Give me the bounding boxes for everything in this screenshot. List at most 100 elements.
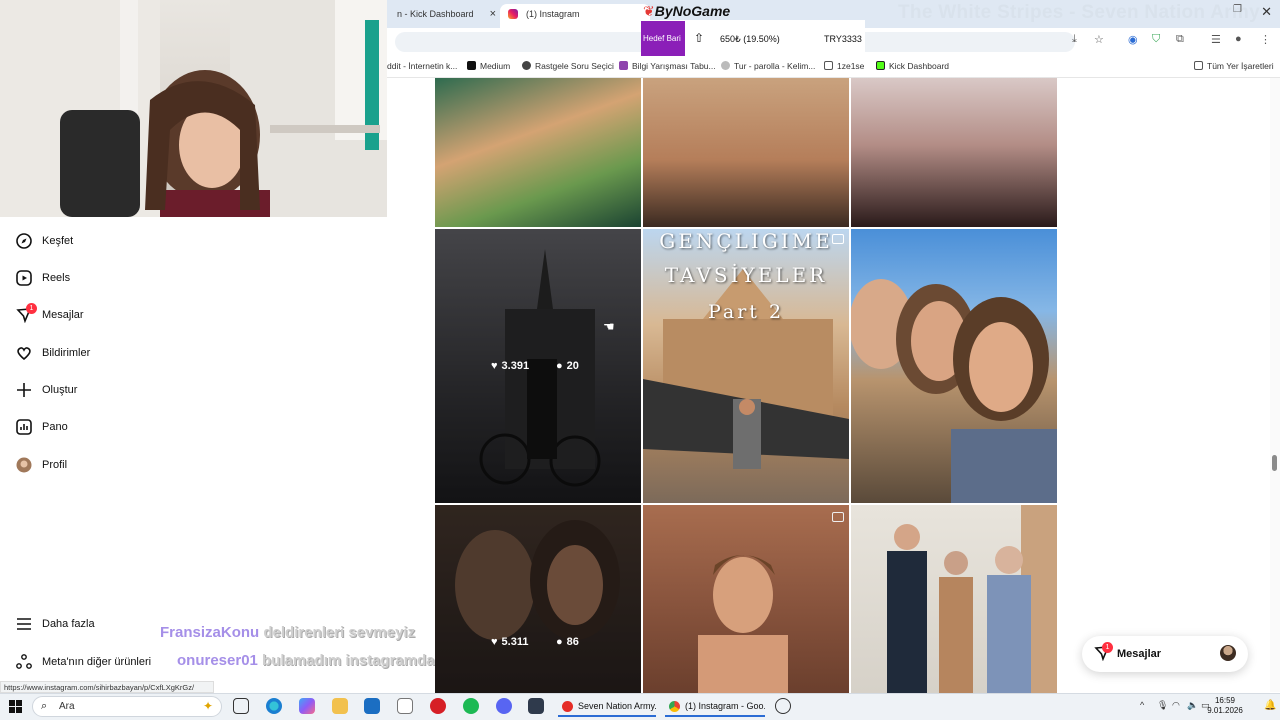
post-thumbnail[interactable] (851, 78, 1057, 227)
goal-amount: 650₺ (19.50%) (720, 34, 780, 44)
post-thumbnail[interactable] (643, 78, 849, 227)
taskbar-clock[interactable]: 16:59 9.01.2026 (1206, 696, 1244, 716)
post-thumbnail[interactable] (851, 505, 1057, 693)
chevron-up-icon[interactable]: ^ (1140, 700, 1144, 710)
notifications-icon[interactable]: 🔔 (1264, 700, 1276, 711)
extension-audio-icon[interactable]: ◉ (1128, 33, 1138, 46)
tab-close-icon[interactable]: × (490, 4, 496, 24)
task-label: Seven Nation Army... (578, 701, 656, 711)
sidebar-item-bildirimler[interactable]: Bildirimler (16, 342, 90, 364)
likes-count: ♥ 3.391 (491, 360, 529, 372)
bookmark-medium[interactable]: Medium (467, 61, 510, 71)
goal-total: TRY3333 (824, 34, 862, 44)
copilot-icon[interactable] (299, 698, 315, 714)
sidebar-meta-products[interactable]: Meta'nın diğer ürünleri (16, 651, 151, 673)
post-thumbnail[interactable]: GENÇLIGIME TAVSİYELER Part 2 (643, 229, 849, 503)
sidebar-item-label: Mesajlar (42, 309, 84, 321)
store-icon[interactable] (397, 698, 413, 714)
bookmark-tur[interactable]: Tur - parolla - Kelim... (721, 61, 815, 71)
install-app-icon[interactable]: ⤓ (1072, 33, 1077, 46)
sidebar-item-profil[interactable]: Profil (16, 454, 67, 476)
post-thumbnail-hovered[interactable]: ♥ 3.391 ● 20 ☚ (435, 229, 641, 503)
sidebar-item-label: Keşfet (42, 235, 74, 247)
app-icon[interactable] (775, 698, 791, 714)
kick-icon (876, 61, 885, 70)
wifi-icon[interactable]: ◠ (1172, 700, 1180, 711)
arrow-up-icon: ⇧ (694, 31, 705, 45)
post-thumbnail[interactable] (435, 78, 641, 227)
bookmark-label: Kick Dashboard (889, 61, 950, 71)
bookmark-rastgele[interactable]: Rastgele Soru Seçici (522, 61, 614, 71)
bookmark-1ze1se[interactable]: 1ze1se (824, 61, 864, 71)
more-menu-icon[interactable]: ⋮ (1260, 33, 1271, 46)
sidebar-more-button[interactable]: Daha fazla (16, 613, 95, 635)
page-scrollbar[interactable] (1270, 78, 1280, 692)
folder-icon (1194, 61, 1203, 70)
tab-label: n - Kick Dashboard (397, 9, 474, 19)
medium-icon (467, 61, 476, 70)
bookmark-icon (721, 61, 730, 70)
heart-icon (16, 345, 32, 361)
sparkle-icon: ✦ (202, 699, 213, 713)
volume-icon[interactable]: 🔈 (1187, 700, 1198, 711)
compass-icon (16, 233, 32, 249)
task-view-icon[interactable] (233, 698, 249, 714)
hamburger-icon (16, 616, 32, 632)
search-icon: ⌕ (41, 700, 48, 712)
profile-avatar-icon[interactable]: ● (1235, 33, 1242, 45)
chat-username: FransizaKonu (160, 624, 260, 641)
bookmark-all[interactable]: Tüm Yer İşaretleri (1194, 61, 1274, 71)
meta-grid-icon (16, 654, 32, 670)
outlook-icon[interactable] (364, 698, 380, 714)
obs-icon[interactable] (528, 698, 544, 714)
microphone-icon[interactable]: 🎙 (1157, 700, 1168, 711)
post-thumbnail-hovered[interactable]: ♥ 5.311 ● 86 (435, 505, 641, 693)
bookmark-kick[interactable]: Kick Dashboard (876, 61, 949, 71)
taskbar-task-chrome[interactable]: (1) Instagram - Goo... (665, 696, 765, 717)
opera-icon[interactable] (430, 698, 446, 714)
post-thumbnail[interactable] (851, 229, 1057, 503)
tab-instagram[interactable]: (1) Instagram (500, 4, 650, 28)
shield-icon[interactable]: ⛉ (1152, 33, 1160, 46)
logo-text: ByNoGame (654, 3, 731, 19)
tab-kick-dashboard[interactable]: n - Kick Dashboard × (387, 4, 500, 28)
bookmark-star-icon[interactable]: ☆ (1094, 33, 1104, 46)
extensions-icon[interactable]: ⧉ (1176, 33, 1184, 46)
heart-filled-icon: ♥ (491, 360, 498, 372)
bookmark-label: 1ze1se (837, 61, 865, 71)
reading-list-icon[interactable]: ☰ (1211, 33, 1221, 46)
sidebar-item-pano[interactable]: Pano (16, 416, 68, 438)
chrome-icon (669, 701, 680, 712)
bookmark-bilgi[interactable]: Bilgi Yarışması Tabu... (619, 61, 716, 71)
close-icon[interactable]: ✕ (1261, 4, 1272, 20)
edge-icon[interactable] (266, 698, 282, 714)
bookmark-label: Bilgi Yarışması Tabu... (632, 61, 716, 71)
task-label: (1) Instagram - Goo... (685, 701, 765, 711)
tab-label: (1) Instagram (526, 9, 580, 19)
search-placeholder: Ara (59, 701, 75, 712)
sidebar-item-reels[interactable]: Reels (16, 267, 70, 289)
bookmark-reddit[interactable]: ddit - İnternetin k... (387, 61, 457, 71)
taskbar-search[interactable]: ⌕ Ara ✦ (32, 696, 222, 717)
sidebar-item-olustur[interactable]: Oluştur (16, 379, 77, 401)
windows-start-icon[interactable] (9, 700, 22, 713)
maximize-icon[interactable]: ❐ (1233, 4, 1242, 15)
goal-label: Hedef Bari (641, 21, 685, 56)
comment-icon: ● (556, 636, 563, 648)
file-explorer-icon[interactable] (332, 698, 348, 714)
taskbar-task-youtube[interactable]: Seven Nation Army... (558, 696, 656, 717)
scrollbar-thumb[interactable] (1272, 455, 1277, 471)
bookmark-label: Tur - parolla - Kelim... (734, 61, 816, 71)
post-thumbnail[interactable] (643, 505, 849, 693)
sidebar-item-kesfet[interactable]: Keşfet (16, 230, 73, 252)
spotify-icon[interactable] (463, 698, 479, 714)
carousel-icon (832, 512, 844, 522)
comments-count: ● 20 (556, 360, 579, 372)
discord-icon[interactable] (496, 698, 512, 714)
clock-time: 16:59 (1214, 696, 1236, 705)
post-caption-line: Part 2 (707, 301, 785, 323)
avatar (1220, 645, 1236, 661)
avatar-icon (16, 457, 32, 473)
sidebar-item-mesajlar[interactable]: 1 Mesajlar (16, 303, 84, 326)
sidebar-item-label: Meta'nın diğer ürünleri (42, 656, 152, 668)
